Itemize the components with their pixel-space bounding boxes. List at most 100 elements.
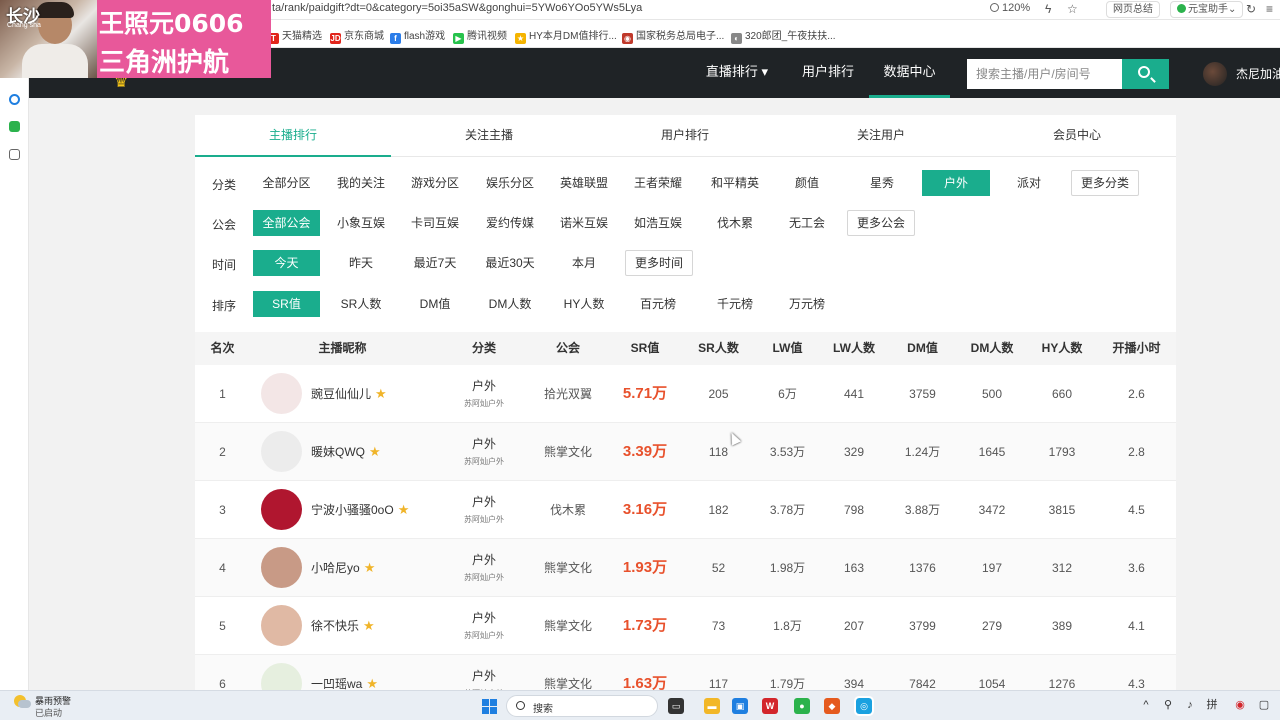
bookmark-item[interactable]: f flash游戏: [390, 27, 445, 44]
weather-icon[interactable]: [14, 695, 31, 709]
filter-option[interactable]: 英雄联盟: [553, 170, 615, 196]
filter-more-button[interactable]: 更多分类: [1071, 170, 1139, 196]
column-header[interactable]: 开播小时: [1099, 332, 1174, 365]
filter-option[interactable]: 和平精英: [700, 170, 770, 196]
zoom-level[interactable]: 120%: [990, 2, 1030, 14]
filter-option[interactable]: 游戏分区: [403, 170, 467, 196]
web-summary-button[interactable]: 网页总结: [1106, 1, 1160, 18]
filter-option[interactable]: 卡司互娱: [403, 210, 467, 236]
filter-option[interactable]: SR值: [253, 291, 320, 317]
streamer-avatar[interactable]: [261, 431, 302, 472]
filter-option[interactable]: 无工会: [780, 210, 834, 236]
column-header[interactable]: 公会: [533, 332, 603, 365]
filter-option[interactable]: 本月: [553, 250, 615, 276]
table-row[interactable]: 1 豌豆仙仙儿 ★ 户外 苏阿灿户外 拾光双翼 5.71万 205 6万 441 3759 500 66…: [195, 365, 1176, 423]
app-icon[interactable]: ◆: [824, 698, 840, 714]
sidebar-chat-icon[interactable]: [9, 121, 20, 132]
tray-chevron-icon[interactable]: ^: [1140, 699, 1152, 711]
filter-option[interactable]: 百元榜: [626, 291, 690, 317]
user-avatar[interactable]: [1203, 62, 1227, 86]
nav-live-ranking[interactable]: 直播排行 ▾: [697, 48, 777, 98]
table-row[interactable]: 5 徐不快乐 ★ 户外 苏阿灿户外 熊掌文化 1.73万 73 1.8万 207 3799 279 38…: [195, 597, 1176, 655]
star-icon[interactable]: ☆: [1067, 2, 1078, 16]
filter-option[interactable]: 全部分区: [253, 170, 320, 196]
bookmark-item[interactable]: T 天猫精选: [268, 27, 322, 44]
table-row[interactable]: 3 宁波小骚骚0oO ★ 户外 苏阿灿户外 伐木累 3.16万 182 3.78万 798 3.88…: [195, 481, 1176, 539]
filter-option[interactable]: 最近30天: [476, 250, 544, 276]
tab-2[interactable]: 用户排行: [587, 115, 783, 157]
filter-option[interactable]: 伐木累: [700, 210, 770, 236]
windows-start-icon[interactable]: [482, 699, 497, 714]
streamer-name[interactable]: 宁波小骚骚0oO ★: [311, 481, 409, 539]
tray-link-icon[interactable]: ⚲: [1162, 699, 1174, 711]
streamer-name[interactable]: 小哈尼yo ★: [311, 539, 375, 597]
filter-option[interactable]: 户外: [922, 170, 990, 196]
column-header[interactable]: 名次: [195, 332, 250, 365]
streamer-name[interactable]: 暖妹QWQ ★: [311, 423, 381, 481]
nav-data-center[interactable]: 数据中心: [869, 48, 950, 98]
filter-option[interactable]: 爱约传媒: [476, 210, 544, 236]
filter-option[interactable]: 王者荣耀: [626, 170, 690, 196]
filter-option[interactable]: DM人数: [476, 291, 544, 317]
filter-option[interactable]: 千元榜: [700, 291, 770, 317]
filter-option[interactable]: 我的关注: [329, 170, 393, 196]
active-browser-icon[interactable]: ◎: [854, 696, 874, 716]
filter-option[interactable]: HY人数: [553, 291, 615, 317]
filter-option[interactable]: 如浩互娱: [626, 210, 690, 236]
sidebar-add-icon[interactable]: [9, 149, 20, 160]
table-row[interactable]: 6一凹瑶wa★户外苏阿灿户外熊掌文化1.63万1171.79万394784210…: [195, 655, 1176, 690]
filter-option[interactable]: 娱乐分区: [476, 170, 544, 196]
column-header[interactable]: SR值: [605, 332, 685, 365]
filter-option[interactable]: DM值: [403, 291, 467, 317]
filter-option[interactable]: SR人数: [329, 291, 393, 317]
search-button[interactable]: [1122, 59, 1169, 89]
streamer-name[interactable]: 豌豆仙仙儿 ★: [311, 365, 387, 423]
filter-option[interactable]: 派对: [1002, 170, 1056, 196]
filter-option[interactable]: 万元榜: [780, 291, 834, 317]
tray-app-icon[interactable]: ◉: [1234, 699, 1246, 711]
file-explorer-icon[interactable]: ▬: [704, 698, 720, 714]
filter-option[interactable]: 最近7天: [403, 250, 467, 276]
browser-app-icon[interactable]: ●: [794, 698, 810, 714]
column-header[interactable]: 分类: [453, 332, 515, 365]
table-row[interactable]: 2 暖妹QWQ ★ 户外 苏阿灿户外 熊掌文化 3.39万 118 3.53万 329 1.24万 1…: [195, 423, 1176, 481]
column-header[interactable]: DM人数: [957, 332, 1027, 365]
bookmark-item[interactable]: ★ HY本月DM值排行...: [515, 27, 617, 44]
streamer-avatar[interactable]: [261, 373, 302, 414]
column-header[interactable]: HY人数: [1027, 332, 1097, 365]
notification-icon[interactable]: ▢: [1258, 699, 1270, 711]
search-input[interactable]: [967, 59, 1122, 89]
bookmark-item[interactable]: ◉ 国家税务总局电子...: [622, 27, 724, 44]
lightning-icon[interactable]: ϟ: [1045, 2, 1051, 16]
sidebar-search-icon[interactable]: [9, 94, 20, 105]
tab-3[interactable]: 关注用户: [783, 115, 979, 157]
streamer-avatar[interactable]: [261, 489, 302, 530]
wps-icon[interactable]: W: [762, 698, 778, 714]
filter-option[interactable]: 昨天: [329, 250, 393, 276]
streamer-avatar[interactable]: [261, 663, 302, 690]
column-header[interactable]: DM值: [885, 332, 960, 365]
refresh-icon[interactable]: ↻: [1246, 2, 1256, 16]
streamer-avatar[interactable]: [261, 605, 302, 646]
taskbar-search[interactable]: 搜索: [506, 695, 658, 717]
filter-option[interactable]: 小象互娱: [329, 210, 393, 236]
filter-option[interactable]: 星秀: [855, 170, 909, 196]
table-row[interactable]: 4 小哈尼yo ★ 户外 苏阿灿户外 熊掌文化 1.93万 52 1.98万 163 1376 197…: [195, 539, 1176, 597]
tab-1[interactable]: 关注主播: [391, 115, 587, 157]
bookmark-item[interactable]: ◐ 320郎团_午夜扶扶...: [731, 27, 836, 44]
tab-0[interactable]: 主播排行: [195, 115, 391, 157]
tray-input-icon[interactable]: 拼: [1206, 699, 1218, 711]
filter-more-button[interactable]: 更多公会: [847, 210, 915, 236]
streamer-name[interactable]: 一凹瑶wa ★: [311, 655, 378, 690]
filter-more-button[interactable]: 更多时间: [625, 250, 693, 276]
filter-option[interactable]: 今天: [253, 250, 320, 276]
username[interactable]: 杰尼加油: [1236, 65, 1280, 82]
bookmark-item[interactable]: JD 京东商城: [330, 27, 384, 44]
menu-icon[interactable]: ≡: [1266, 2, 1273, 16]
streamer-avatar[interactable]: [261, 547, 302, 588]
url-text[interactable]: ta/rank/paidgift?dt=0&category=5oi35aSW&…: [272, 2, 642, 14]
task-view-icon[interactable]: ▭: [668, 698, 684, 714]
nav-user-ranking[interactable]: 用户排行: [793, 48, 863, 98]
filter-option[interactable]: 颜值: [780, 170, 834, 196]
filter-option[interactable]: 诺米互娱: [553, 210, 615, 236]
